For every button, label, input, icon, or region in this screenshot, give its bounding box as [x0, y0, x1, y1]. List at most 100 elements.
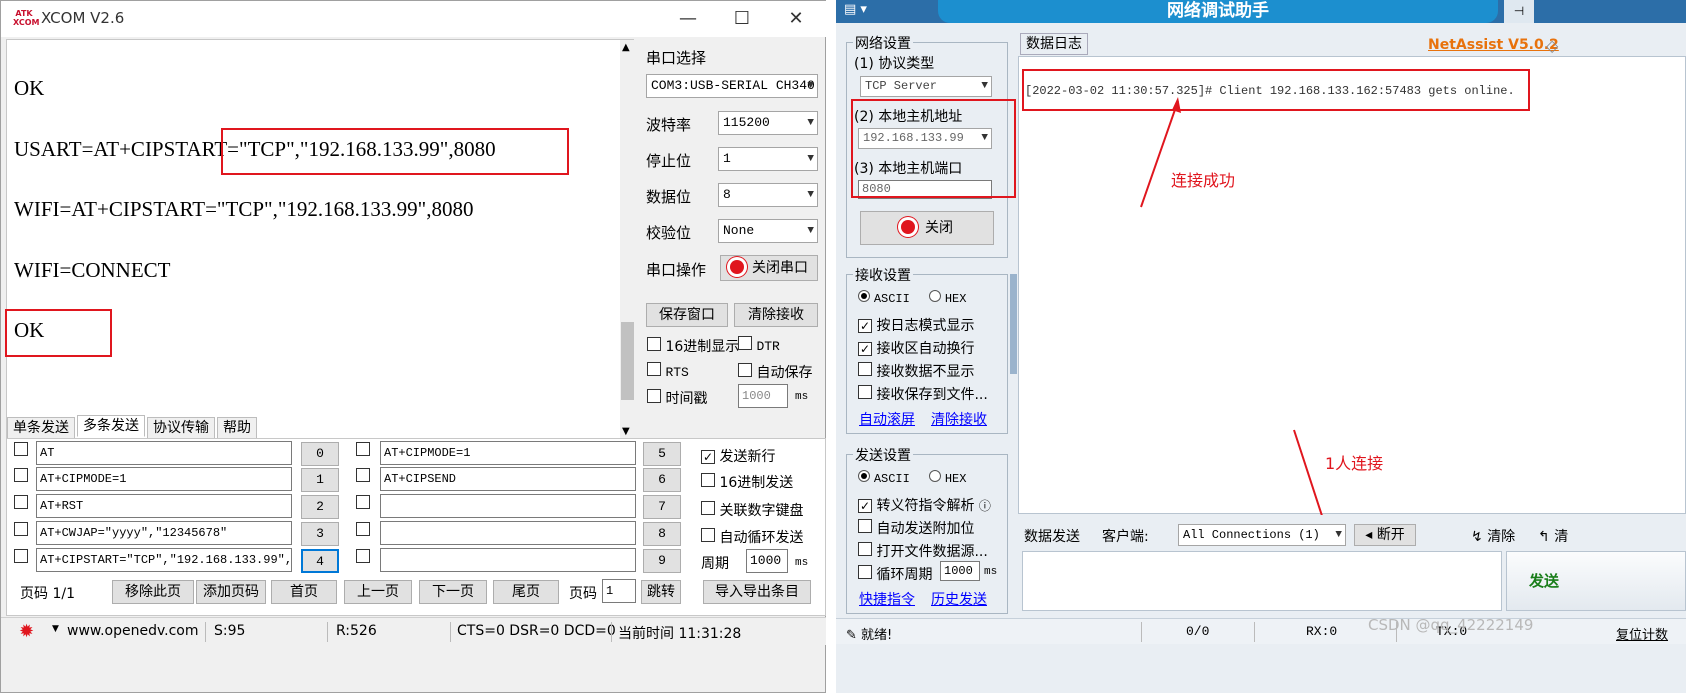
chevron-down-icon[interactable]: ▼	[52, 624, 59, 634]
auto-scroll-link[interactable]: 自动滚屏	[859, 409, 915, 429]
multi-send-button[interactable]: 6	[643, 468, 681, 492]
tab-protocol[interactable]: 协议传输	[147, 417, 215, 439]
multi-input[interactable]	[380, 548, 636, 572]
data-bits-select[interactable]: 8 ▼	[718, 183, 818, 207]
client-select[interactable]: All Connections (1) ▼	[1178, 524, 1346, 546]
multi-input[interactable]: AT	[36, 441, 292, 465]
brand-link[interactable]: NetAssist V5.0.2	[1428, 37, 1559, 53]
checkbox-icon[interactable]	[858, 565, 872, 579]
auto-wrap-checkbox[interactable]: 接收区自动换行	[858, 338, 974, 358]
baud-select[interactable]: 115200 ▼	[718, 111, 818, 135]
collapse-handle[interactable]	[1010, 274, 1017, 374]
dtr-checkbox[interactable]: DTR	[738, 336, 780, 354]
multi-input[interactable]: AT+CIPSEND	[380, 467, 636, 491]
no-display-checkbox[interactable]: 接收数据不显示	[858, 361, 974, 381]
shortcuts-link[interactable]: 快捷指令	[859, 589, 915, 609]
hex-display-checkbox[interactable]: 16进制显示	[647, 336, 739, 356]
checkbox-icon[interactable]	[14, 468, 28, 482]
checkbox-icon[interactable]	[14, 549, 28, 563]
checkbox-icon[interactable]	[858, 542, 872, 556]
send-input[interactable]	[1022, 551, 1502, 611]
reset-count-link[interactable]: 复位计数	[1616, 624, 1668, 643]
receive-area[interactable]: OK USART=AT+CIPSTART="TCP","192.168.133.…	[5, 39, 635, 441]
checkbox-icon[interactable]	[647, 337, 661, 351]
loop-checkbox[interactable]: 循环周期	[858, 564, 932, 584]
multi-check[interactable]	[356, 522, 370, 540]
recv-hex-radio[interactable]: HEX	[929, 290, 966, 306]
app-menu-icon[interactable]: ▤ ▾	[844, 2, 867, 17]
radio-icon[interactable]	[858, 290, 870, 302]
checkbox-icon[interactable]	[738, 363, 752, 377]
proto-select[interactable]: TCP Server ▼	[860, 76, 992, 97]
checkbox-icon[interactable]	[858, 385, 872, 399]
maximize-icon[interactable]: ☐	[717, 1, 767, 37]
last-page-button[interactable]: 尾页	[493, 580, 559, 604]
period-input[interactable]: 1000	[746, 549, 788, 573]
clear-receive-button[interactable]: 清除接收	[734, 303, 818, 327]
save-window-button[interactable]: 保存窗口	[646, 303, 728, 327]
multi-input[interactable]: AT+CIPMODE=1	[36, 467, 292, 491]
checkbox-icon[interactable]	[858, 319, 872, 333]
tab-data-log[interactable]: 数据日志	[1020, 33, 1088, 55]
newline-checkbox[interactable]: 发送新行	[701, 446, 775, 466]
checkbox-icon[interactable]	[858, 362, 872, 376]
checkbox-icon[interactable]	[858, 499, 872, 513]
port-select[interactable]: COM3:USB-SERIAL CH340 ▼	[646, 74, 818, 98]
multi-input[interactable]: AT+CIPMODE=1	[380, 441, 636, 465]
clear-button[interactable]: ↯ 清除	[1471, 526, 1515, 546]
send-hex-radio[interactable]: HEX	[929, 470, 966, 486]
multi-check[interactable]	[14, 522, 28, 540]
multi-send-button[interactable]: 3	[301, 522, 339, 546]
multi-send-button[interactable]: 4	[301, 549, 339, 573]
checkbox-icon[interactable]	[356, 495, 370, 509]
scroll-thumb[interactable]	[621, 322, 634, 400]
prev-page-button[interactable]: 上一页	[344, 580, 412, 604]
stop-select[interactable]: 1 ▼	[718, 147, 818, 171]
parity-select[interactable]: None ▼	[718, 219, 818, 243]
multi-check[interactable]	[356, 468, 370, 486]
close-connection-button[interactable]: 关闭	[860, 211, 994, 245]
first-page-button[interactable]: 首页	[271, 580, 337, 604]
open-file-checkbox[interactable]: 打开文件数据源...	[858, 541, 988, 561]
scroll-down-icon[interactable]: ▼	[622, 426, 630, 437]
checkbox-icon[interactable]	[647, 389, 661, 403]
checkbox-icon[interactable]	[738, 336, 752, 350]
checkbox-icon[interactable]	[356, 442, 370, 456]
add-page-button[interactable]: 添加页码	[196, 580, 266, 604]
checkbox-icon[interactable]	[647, 362, 661, 376]
multi-send-button[interactable]: 5	[643, 442, 681, 466]
rts-checkbox[interactable]: RTS	[647, 362, 689, 380]
append-checkbox[interactable]: 自动发送附加位	[858, 518, 974, 538]
remove-page-button[interactable]: 移除此页	[112, 580, 194, 604]
multi-input[interactable]: AT+CIPSTART="TCP","192.168.133.99",8	[36, 548, 292, 572]
tab-single-send[interactable]: 单条发送	[7, 417, 75, 439]
checkbox-icon[interactable]	[701, 450, 715, 464]
radio-icon[interactable]	[929, 470, 941, 482]
radio-icon[interactable]	[858, 470, 870, 482]
radio-icon[interactable]	[929, 290, 941, 302]
close-icon[interactable]: ✕	[771, 1, 821, 37]
checkbox-icon[interactable]	[858, 519, 872, 533]
log-mode-checkbox[interactable]: 按日志模式显示	[858, 315, 974, 335]
escape-checkbox[interactable]: 转义符指令解析 ⓘ	[858, 495, 991, 515]
multi-send-button[interactable]: 7	[643, 495, 681, 519]
pin-icon[interactable]: ⊣	[1504, 0, 1534, 23]
loop-input[interactable]: 1000	[940, 561, 980, 581]
checkbox-icon[interactable]	[14, 522, 28, 536]
multi-check[interactable]	[14, 468, 28, 486]
send-ascii-radio[interactable]: ASCII	[858, 470, 910, 486]
timestamp-input[interactable]: 1000	[738, 384, 788, 408]
multi-check[interactable]	[356, 495, 370, 513]
multi-check[interactable]	[356, 442, 370, 460]
multi-send-button[interactable]: 9	[643, 549, 681, 573]
multi-input[interactable]	[380, 494, 636, 518]
import-export-button[interactable]: 导入导出条目	[703, 580, 811, 604]
receive-scrollbar[interactable]: ▲ ▼	[620, 40, 635, 440]
checkbox-icon[interactable]	[356, 468, 370, 482]
save-to-file-checkbox[interactable]: 接收保存到文件...	[858, 384, 988, 404]
website-link[interactable]: www.openedv.com	[67, 623, 199, 639]
multi-input[interactable]	[380, 521, 636, 545]
minimize-icon[interactable]: —	[663, 1, 713, 37]
tab-multi-send[interactable]: 多条发送	[77, 415, 145, 437]
checkbox-icon[interactable]	[14, 442, 28, 456]
